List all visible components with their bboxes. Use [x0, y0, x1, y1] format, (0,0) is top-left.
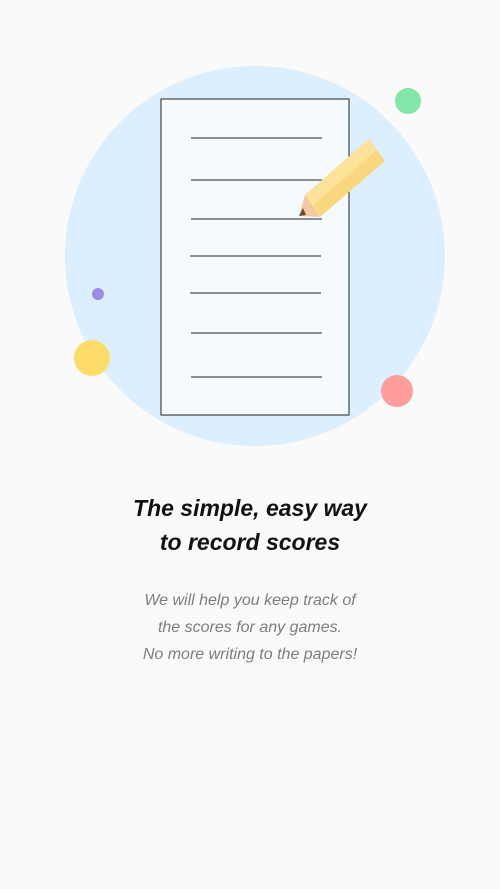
title-line-1: The simple, easy way: [133, 495, 367, 521]
decor-dot-green: [395, 88, 421, 114]
subtitle-line-2: the scores for any games.: [157, 619, 343, 636]
decor-dot-yellow: [74, 340, 110, 376]
subtitle-line-1: We will help you keep track of: [144, 592, 356, 609]
title-line-2: to record scores: [159, 529, 341, 555]
paper-icon: [160, 98, 350, 416]
subtitle-line-3: No more writing to the papers!: [142, 646, 358, 663]
notepad-illustration: [65, 66, 445, 446]
decor-dot-red: [381, 375, 413, 407]
onboarding-screen: The simple, easy way to record scores We…: [0, 0, 500, 889]
decor-dot-purple: [92, 288, 104, 300]
